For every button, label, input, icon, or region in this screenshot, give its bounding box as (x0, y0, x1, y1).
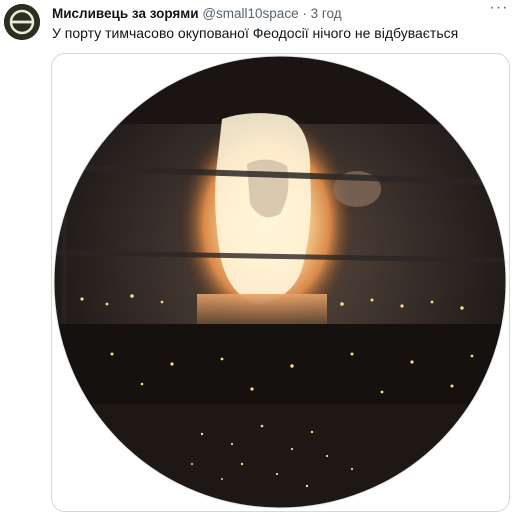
tweet-media[interactable] (51, 53, 510, 512)
more-horizontal-icon: ··· (489, 0, 509, 16)
tweet-timestamp[interactable]: 3 год (311, 6, 342, 21)
tweet-header: Мисливець за зорями @small10space · 3 го… (52, 6, 488, 22)
author-handle[interactable]: @small10space (202, 6, 298, 21)
separator-dot: · (302, 6, 307, 21)
avatar[interactable] (4, 4, 40, 40)
circle-logo-icon (4, 4, 40, 40)
more-options-button[interactable]: ··· (488, 0, 510, 20)
author-name[interactable]: Мисливець за зорями (52, 6, 199, 21)
tweet-text: У порту тимчасово окупованої Феодосії ні… (52, 25, 459, 41)
video-thumbnail (53, 55, 507, 509)
tweet-card[interactable]: Мисливець за зорями @small10space · 3 го… (0, 0, 518, 517)
